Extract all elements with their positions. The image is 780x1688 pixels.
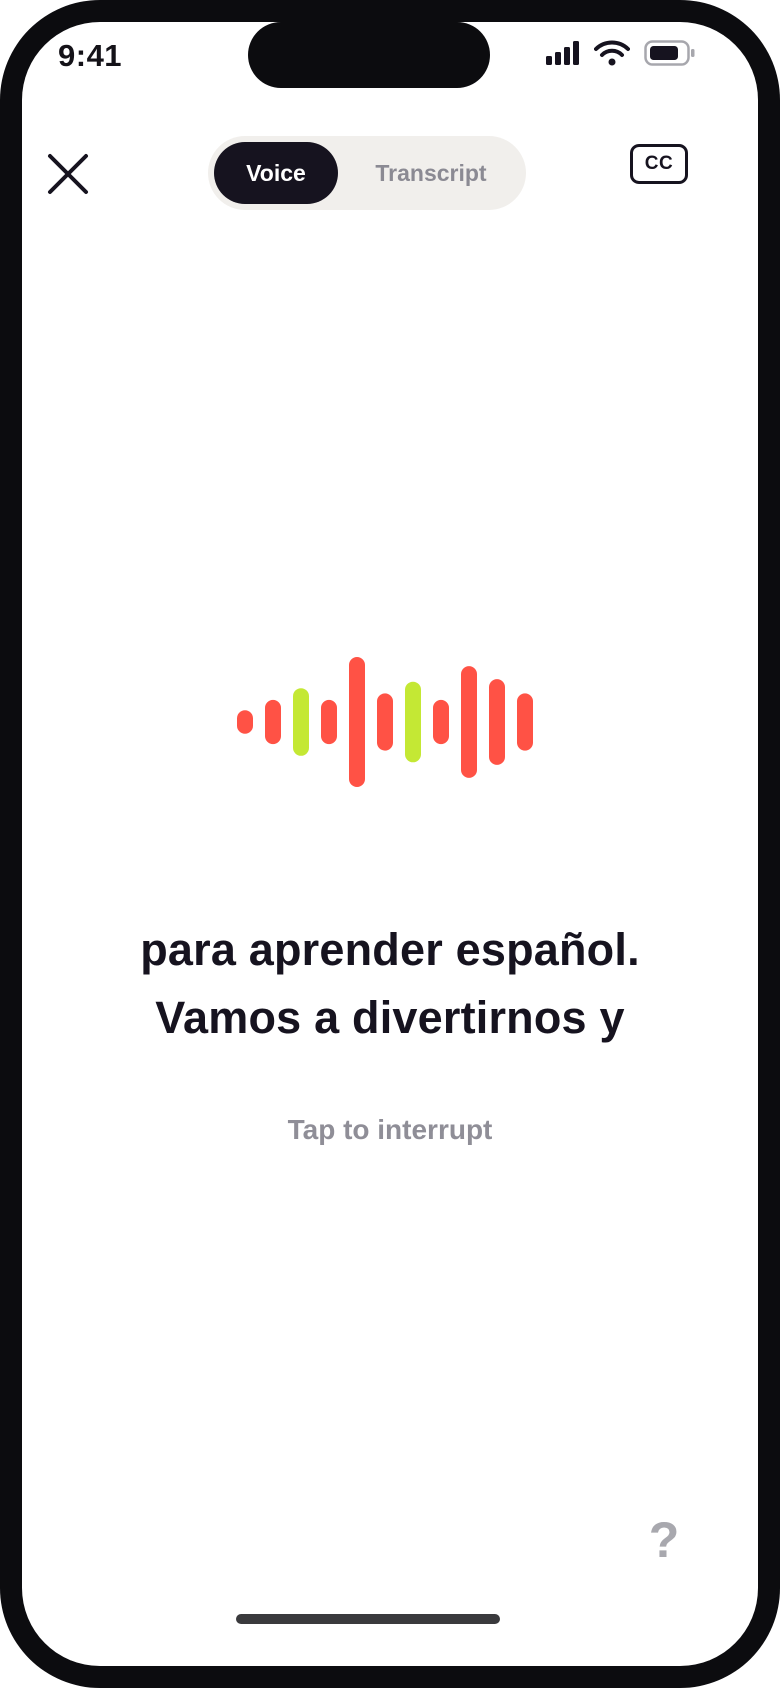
captions-button[interactable]: CC xyxy=(630,144,688,184)
tap-to-interrupt[interactable]: Tap to interrupt xyxy=(22,1114,758,1146)
waveform-bar xyxy=(349,657,365,787)
waveform-bar xyxy=(461,666,477,778)
home-indicator[interactable] xyxy=(236,1614,500,1624)
help-button[interactable]: ? xyxy=(644,1510,684,1570)
waveform-bar xyxy=(489,679,505,765)
waveform-bar xyxy=(237,710,253,734)
waveform-bar xyxy=(293,688,309,756)
dynamic-island xyxy=(248,22,490,88)
close-button[interactable] xyxy=(46,152,90,196)
mode-toggle: Voice Transcript xyxy=(208,136,526,210)
screen: 9:41 Voice Transcript CC para aprender e… xyxy=(22,22,758,1666)
waveform-bar xyxy=(265,699,281,745)
waveform-bar xyxy=(517,693,533,751)
tab-transcript[interactable]: Transcript xyxy=(342,142,520,204)
tab-voice[interactable]: Voice xyxy=(214,142,338,204)
status-time: 9:41 xyxy=(58,38,123,73)
close-icon xyxy=(48,154,88,194)
battery-icon xyxy=(644,40,696,71)
waveform-bar xyxy=(377,693,393,751)
status-icons xyxy=(546,40,696,71)
waveform-bar xyxy=(433,699,449,745)
caption-line-1: para aprender español. xyxy=(140,924,640,975)
waveform-bar xyxy=(321,699,337,745)
cellular-signal-icon xyxy=(546,41,580,70)
audio-waveform-icon xyxy=(237,657,533,787)
caption-line-2: Vamos a divertirnos y xyxy=(155,992,625,1043)
waveform-bar xyxy=(405,681,421,763)
phone-frame: 9:41 Voice Transcript CC para aprender e… xyxy=(0,0,780,1688)
wifi-icon xyxy=(594,40,630,71)
